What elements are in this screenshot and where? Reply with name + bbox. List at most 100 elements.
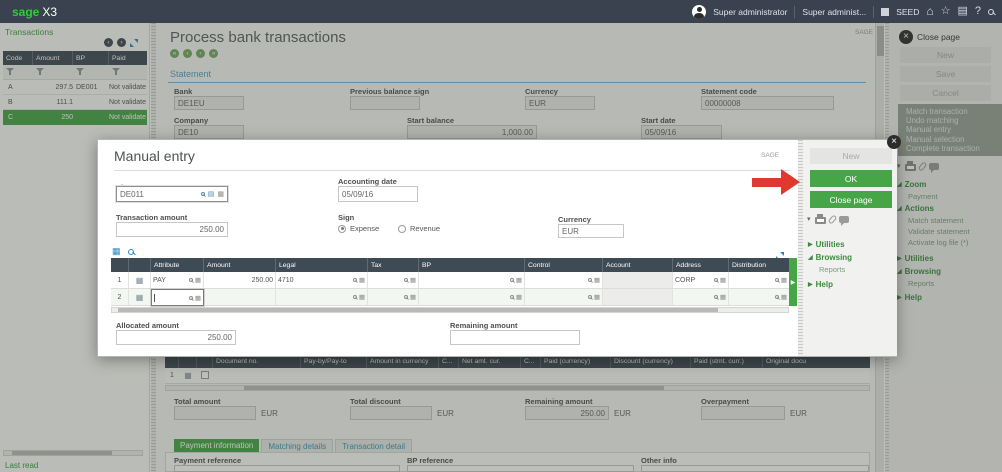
- ok-button[interactable]: OK: [810, 170, 892, 187]
- cell-attribute-focused[interactable]: ▦: [151, 289, 204, 306]
- grid-view-icon[interactable]: ▦: [112, 246, 121, 257]
- search-icon[interactable]: [714, 295, 718, 299]
- user-role[interactable]: Super administ...: [802, 7, 866, 17]
- selector-icon[interactable]: ▦: [516, 276, 522, 284]
- column-header[interactable]: Legal: [276, 258, 368, 272]
- search-icon[interactable]: [353, 278, 357, 282]
- close-page-button[interactable]: Close page: [810, 191, 892, 208]
- divider: [873, 6, 874, 18]
- sidebar-section-utilities[interactable]: ▶Utilities: [808, 240, 845, 249]
- selector-icon[interactable]: ▦: [359, 293, 365, 301]
- search-icon[interactable]: [353, 295, 357, 299]
- sign-label: Sign: [338, 213, 354, 222]
- selector-icon[interactable]: ▦: [594, 276, 600, 284]
- sidebar-section-help[interactable]: ▶Help: [808, 280, 833, 289]
- search-icon[interactable]: [404, 278, 408, 282]
- allocated-amount-label: Allocated amount: [116, 321, 179, 330]
- site-field[interactable]: DE011 ▤ ▦: [116, 186, 228, 202]
- search-icon[interactable]: [189, 278, 193, 282]
- selector-icon[interactable]: ▦: [410, 293, 416, 301]
- selector-icon[interactable]: ▦: [781, 276, 787, 284]
- grid-search-icon[interactable]: [128, 249, 134, 255]
- user-avatar[interactable]: [692, 5, 706, 19]
- selector-icon[interactable]: ▦: [359, 276, 365, 284]
- cell-address[interactable]: CORP: [675, 277, 695, 284]
- play-arrow-icon: ▶: [791, 279, 796, 286]
- cell-legal[interactable]: 4710: [278, 277, 294, 284]
- selector-icon[interactable]: ▦: [720, 276, 726, 284]
- column-header[interactable]: Account: [603, 258, 673, 272]
- top-bar: sage X3 Super administrator Super admini…: [0, 0, 1002, 23]
- menu-panel-icon[interactable]: ▤: [957, 6, 967, 17]
- scrollbar-thumb[interactable]: [118, 308, 718, 312]
- comment-icon[interactable]: [839, 216, 849, 223]
- modal-close-icon[interactable]: ×: [887, 135, 901, 149]
- grid-side-strip[interactable]: ▶: [789, 258, 797, 306]
- modal-grid-toolbar: ▦: [112, 246, 134, 257]
- allocated-amount-field[interactable]: 250.00: [116, 330, 236, 345]
- selector-icon[interactable]: ▦: [781, 293, 787, 301]
- print-icon[interactable]: [815, 217, 826, 224]
- selector-icon[interactable]: ▦: [410, 276, 416, 284]
- search-icon[interactable]: [988, 9, 994, 15]
- modal-grid-row[interactable]: 2 ▦ ▦ ▦ ▦ ▦ ▦ ▦ ▦: [111, 289, 789, 306]
- modal-grid-row[interactable]: 1 ▦ PAY ▦ 250.00 4710 ▦ ▦ ▦ ▦ CORP ▦ ▦: [111, 272, 789, 289]
- user-name[interactable]: Super administrator: [713, 7, 787, 17]
- column-header[interactable]: Control: [525, 258, 603, 272]
- search-icon[interactable]: [404, 295, 408, 299]
- endpoint-name[interactable]: SEED: [896, 7, 919, 17]
- column-header[interactable]: BP: [419, 258, 525, 272]
- column-header-blank: [111, 258, 129, 272]
- search-icon[interactable]: [775, 295, 779, 299]
- row-detail-icon[interactable]: ▦: [136, 293, 144, 302]
- cell-amount[interactable]: [204, 289, 276, 306]
- sidebar-item-reports[interactable]: Reports: [819, 265, 845, 274]
- x3-logo: X3: [42, 5, 57, 19]
- selector-icon[interactable]: ▦: [720, 293, 726, 301]
- jump-icon[interactable]: ▤: [208, 190, 215, 198]
- home-icon[interactable]: ⌂: [926, 6, 933, 17]
- search-icon[interactable]: [189, 296, 193, 300]
- column-header[interactable]: Distribution: [729, 258, 789, 272]
- search-icon[interactable]: [714, 278, 718, 282]
- search-icon[interactable]: [775, 278, 779, 282]
- selector-icon[interactable]: ▦: [594, 293, 600, 301]
- attachment-icon[interactable]: [827, 214, 837, 224]
- sign-revenue-option[interactable]: Revenue: [398, 224, 440, 233]
- column-header[interactable]: Tax: [368, 258, 419, 272]
- selector-icon[interactable]: ▦: [217, 190, 224, 198]
- triangle-collapsed-icon: ▶: [808, 281, 813, 288]
- cell-amount[interactable]: 250.00: [204, 272, 276, 289]
- sidebar-section-browsing[interactable]: ◢Browsing: [808, 253, 852, 262]
- selector-icon[interactable]: ▦: [195, 294, 201, 302]
- chevron-down-icon[interactable]: ▾: [807, 215, 811, 223]
- triangle-collapsed-icon: ▶: [808, 241, 813, 248]
- accounting-date-field[interactable]: 05/09/16: [338, 186, 418, 202]
- row-number: 1: [111, 272, 129, 289]
- transaction-amount-field[interactable]: 250.00: [116, 222, 228, 237]
- search-icon[interactable]: [510, 278, 514, 282]
- search-icon[interactable]: [588, 278, 592, 282]
- selector-icon[interactable]: ▦: [195, 276, 201, 284]
- column-header-blank: [129, 258, 151, 272]
- modal-currency-field[interactable]: EUR: [558, 224, 624, 238]
- sign-expense-option[interactable]: Expense: [338, 224, 379, 233]
- top-bar-right: Super administrator Super administ... SE…: [692, 0, 994, 23]
- modal-remaining-amount-field[interactable]: [450, 330, 580, 345]
- search-icon[interactable]: [201, 192, 205, 196]
- column-header[interactable]: Amount: [204, 258, 276, 272]
- column-header[interactable]: Address: [673, 258, 729, 272]
- new-button[interactable]: New: [810, 148, 892, 164]
- search-icon[interactable]: [588, 295, 592, 299]
- star-icon[interactable]: ☆: [941, 6, 951, 17]
- modal-grid-hscrollbar[interactable]: [111, 307, 789, 313]
- cell-account-readonly: [603, 289, 673, 306]
- radio-expense[interactable]: [338, 225, 346, 233]
- row-detail-icon[interactable]: ▦: [136, 276, 144, 285]
- search-icon[interactable]: [510, 295, 514, 299]
- column-header[interactable]: Attribute: [151, 258, 204, 272]
- selector-icon[interactable]: ▦: [516, 293, 522, 301]
- cell-attribute[interactable]: PAY: [153, 277, 166, 284]
- radio-revenue[interactable]: [398, 225, 406, 233]
- help-icon[interactable]: ?: [975, 6, 981, 17]
